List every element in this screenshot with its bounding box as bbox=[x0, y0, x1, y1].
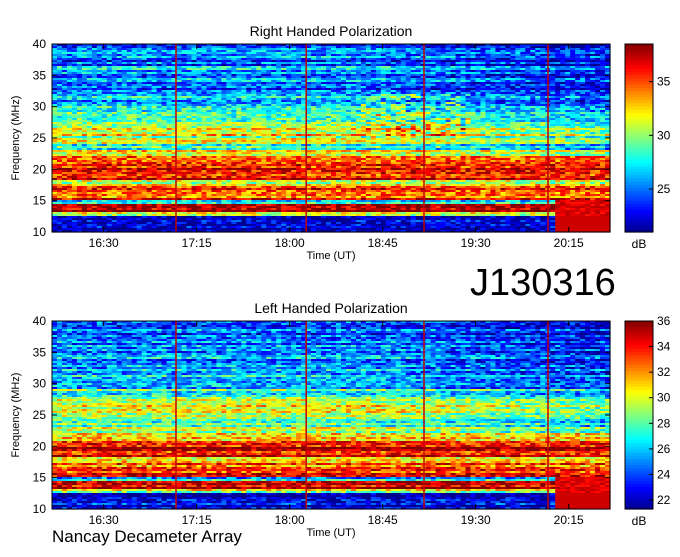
spectrogram-cells bbox=[52, 44, 611, 233]
chart-panel-1: Right Handed Polarization16:30 17:15 18:00… bbox=[10, 23, 671, 262]
figure: Right Handed Polarization 16:30 17:15 18:00… bbox=[0, 0, 680, 552]
